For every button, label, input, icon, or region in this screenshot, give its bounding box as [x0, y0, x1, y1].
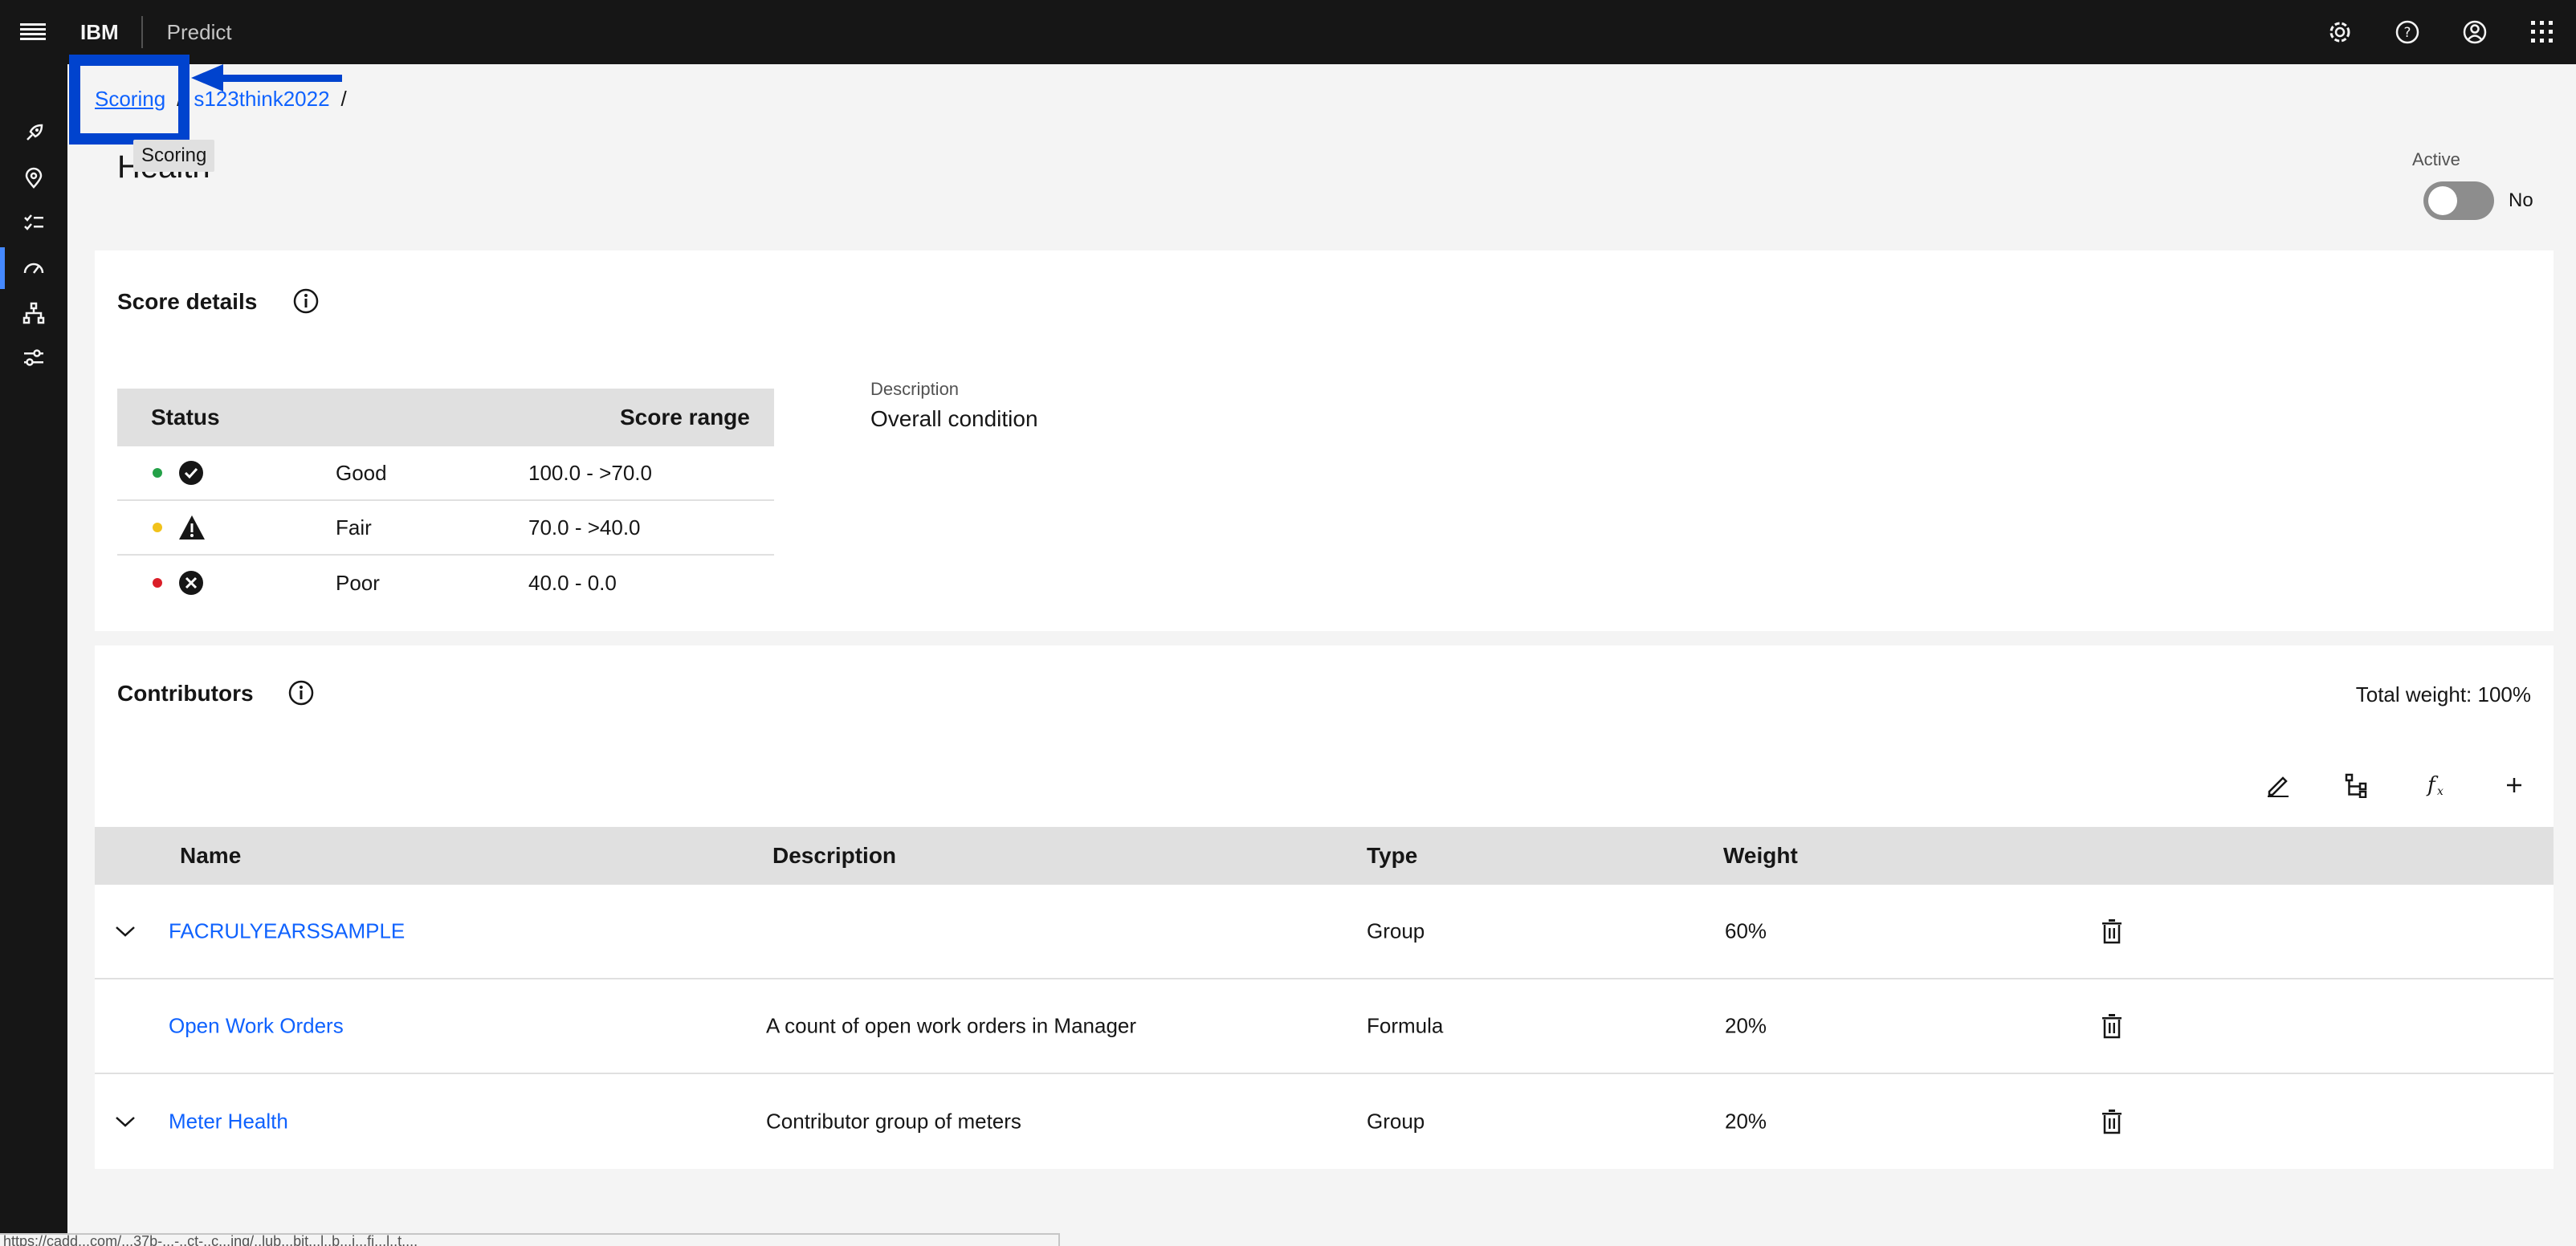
user-profile-button[interactable]: [2441, 0, 2509, 64]
hierarchy-icon: [22, 302, 45, 324]
column-header-weight: Weight: [1723, 843, 1798, 868]
contributors-title: Contributors: [117, 681, 254, 706]
app-grid-icon: [2531, 21, 2553, 43]
column-header-description: Description: [772, 843, 897, 868]
sidenav-item-hierarchy[interactable]: [0, 291, 67, 336]
error-filled-icon: [179, 571, 203, 595]
contributor-type: Formula: [1367, 1013, 1444, 1038]
user-avatar-icon: [2463, 20, 2487, 44]
description-value: Overall condition: [870, 406, 1038, 431]
product-name: Predict: [166, 19, 232, 44]
score-status-table: Status Score range Good 100.0 - >70.0 Fa…: [117, 389, 774, 610]
side-navigation: [0, 64, 67, 1246]
sidenav-item-locations[interactable]: [0, 156, 67, 201]
trash-can-icon[interactable]: [2101, 1109, 2123, 1134]
status-label: Fair: [336, 515, 372, 540]
sidenav-item-settings[interactable]: [0, 336, 67, 381]
contributor-weight: 60%: [1725, 918, 1767, 943]
top-header: IBM Predict ?: [0, 0, 2576, 64]
active-toggle-group: No: [2423, 181, 2533, 220]
checkmark-filled-icon: [179, 461, 203, 485]
active-toggle[interactable]: [2423, 181, 2494, 220]
total-weight: Total weight: 100%: [2355, 682, 2531, 706]
trash-can-icon[interactable]: [2101, 1013, 2123, 1039]
score-range-value: 70.0 - >40.0: [528, 515, 641, 540]
hamburger-menu-button[interactable]: [0, 0, 66, 64]
active-toggle-state: No: [2509, 189, 2533, 211]
edit-button[interactable]: [2239, 756, 2317, 814]
contributors-toolbar: f x: [2239, 756, 2554, 814]
score-status-table-header: Status Score range: [117, 389, 774, 446]
table-row: FACRULYEARSSAMPLE Group 60%: [95, 885, 2554, 979]
browser-status-url: https://cadd...com/...37b-...-..ct-..c..…: [0, 1233, 1060, 1246]
contributors-table-header: Name Description Type Weight: [95, 827, 2554, 885]
svg-text:?: ?: [2403, 25, 2411, 41]
header-actions: ?: [2306, 0, 2576, 64]
menu-icon: [20, 23, 46, 40]
breadcrumb-tooltip: Scoring: [133, 140, 215, 172]
app-switcher-button[interactable]: [2509, 0, 2576, 64]
annotation-arrow-icon: [191, 64, 342, 92]
checklist-icon: [24, 214, 43, 230]
column-header-score-range: Score range: [620, 405, 750, 430]
table-row: Good 100.0 - >70.0: [117, 446, 774, 501]
function-fx-icon: f x: [2426, 773, 2444, 798]
dashboard-gauge-icon: [23, 263, 44, 274]
contributor-name-link[interactable]: FACRULYEARSSAMPLE: [169, 919, 405, 944]
column-header-type: Type: [1367, 843, 1418, 868]
contributor-description: A count of open work orders in Manager: [766, 1013, 1137, 1038]
column-header-status: Status: [151, 405, 220, 430]
information-icon[interactable]: [292, 287, 320, 315]
contributor-type: Group: [1367, 1109, 1425, 1134]
table-row: Meter Health Contributor group of meters…: [95, 1074, 2554, 1169]
contributor-name-link[interactable]: Meter Health: [169, 1110, 288, 1134]
contributor-weight: 20%: [1725, 1013, 1767, 1038]
contributor-name-link[interactable]: Open Work Orders: [169, 1014, 344, 1039]
rocket-icon: [26, 124, 43, 140]
contributor-weight: 20%: [1725, 1109, 1767, 1134]
contributor-type: Group: [1367, 918, 1425, 943]
help-icon: ?: [2395, 20, 2419, 44]
contributor-description: Contributor group of meters: [766, 1109, 1021, 1134]
table-row: Open Work Orders A count of open work or…: [95, 979, 2554, 1074]
add-formula-button[interactable]: f x: [2396, 756, 2475, 814]
help-button[interactable]: ?: [2374, 0, 2441, 64]
trash-can-icon[interactable]: [2101, 918, 2123, 944]
add-group-button[interactable]: [2317, 756, 2396, 814]
edit-pencil-icon: [2268, 776, 2289, 797]
status-dot-fair: [153, 523, 162, 532]
table-row: Poor 40.0 - 0.0: [117, 556, 774, 610]
annotation-highlight-box: [69, 55, 190, 145]
gear-icon: [2329, 22, 2350, 43]
status-dot-poor: [153, 578, 162, 588]
score-details-title: Score details: [117, 289, 258, 314]
sliders-icon: [24, 349, 43, 366]
add-contributor-button[interactable]: [2475, 756, 2554, 814]
contributors-card: Contributors Total weight: 100% f x Name…: [95, 645, 2554, 1169]
score-range-value: 100.0 - >70.0: [528, 460, 652, 485]
sidenav-item-scoring[interactable]: [0, 246, 67, 291]
svg-text:x: x: [2437, 785, 2444, 798]
settings-button[interactable]: [2306, 0, 2374, 64]
tree-view-icon: [2345, 773, 2367, 798]
information-icon[interactable]: [287, 679, 315, 706]
chevron-down-icon[interactable]: [114, 1114, 137, 1130]
location-pin-icon: [25, 167, 43, 189]
add-plus-icon: [2507, 778, 2521, 792]
score-details-card: Score details Status Score range Good 10…: [95, 250, 2554, 631]
sidenav-item-launch[interactable]: [0, 111, 67, 156]
warning-filled-icon: [179, 515, 205, 540]
status-label: Good: [336, 460, 387, 485]
status-label: Poor: [336, 570, 380, 595]
description-label: Description: [870, 379, 960, 399]
active-label: Active: [2412, 149, 2460, 169]
status-dot-good: [153, 468, 162, 478]
column-header-name: Name: [180, 843, 242, 868]
table-row: Fair 70.0 - >40.0: [117, 501, 774, 556]
score-range-value: 40.0 - 0.0: [528, 570, 617, 595]
sidenav-item-checklist[interactable]: [0, 201, 67, 246]
chevron-down-icon[interactable]: [114, 923, 137, 939]
brand-name[interactable]: IBM: [66, 20, 141, 45]
